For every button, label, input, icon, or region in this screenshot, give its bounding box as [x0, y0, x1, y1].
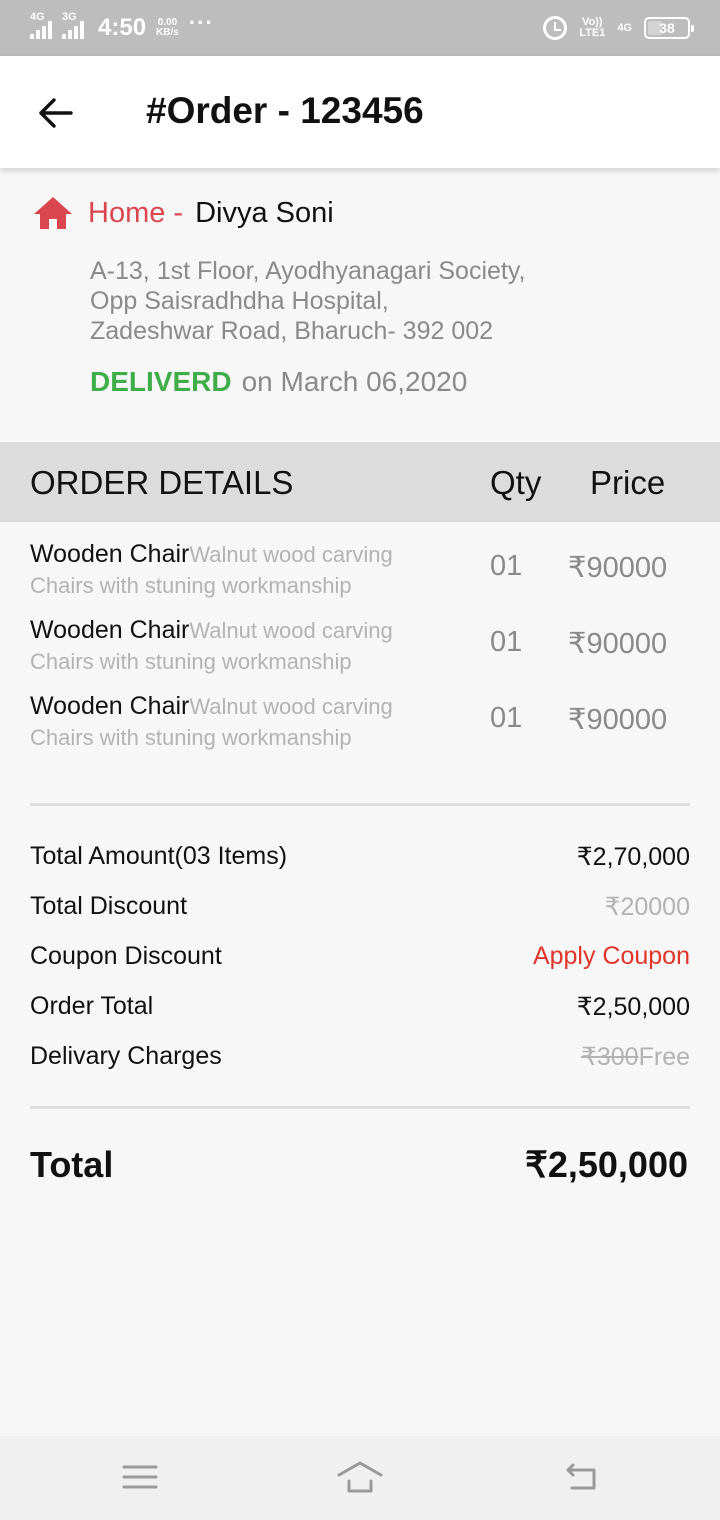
app-bar: #Order - 123456	[0, 56, 720, 168]
item-text: Wooden ChairWalnut wood carving Chairs w…	[30, 540, 450, 603]
clock: 4:50	[98, 14, 147, 41]
item-qty: 01	[490, 626, 523, 658]
summary-row-delivery: Delivary Charges ₹300Free	[30, 1042, 690, 1078]
signal-3g-icon: 3G	[62, 11, 84, 39]
apply-coupon-button[interactable]: Apply Coupon	[533, 942, 690, 971]
address-line: A-13, 1st Floor, Ayodhyanagari Society,	[90, 257, 526, 285]
item-price: ₹90000	[568, 552, 668, 584]
network-speed: 0.00 KB/s	[156, 18, 179, 38]
price-column-header: Price	[590, 464, 666, 501]
return-icon	[566, 1463, 596, 1490]
grand-total-value: ₹2,50,000	[524, 1144, 688, 1185]
list-item[interactable]: Wooden ChairWalnut wood carving Chairs w…	[30, 692, 690, 758]
delivery-free-label: Free	[638, 1043, 690, 1071]
home-button[interactable]	[330, 1454, 390, 1500]
order-details-header: ORDER DETAILS Qty Price	[0, 442, 720, 522]
summary-row-order-total: Order Total ₹2,50,000	[30, 992, 690, 1028]
address-header: Home - Divya Soni	[32, 192, 334, 234]
address-line: Opp Saisradhdha Hospital,	[90, 287, 389, 315]
address-type: Home -	[88, 196, 184, 229]
order-total-value: ₹2,50,000	[576, 993, 690, 1021]
total-discount-value: ₹20000	[604, 893, 690, 921]
item-qty: 01	[490, 702, 523, 734]
divider	[30, 803, 690, 806]
battery-icon: 38	[644, 17, 694, 39]
back-nav-button[interactable]	[550, 1454, 610, 1500]
address-line: Zadeshwar Road, Bharuch- 392 002	[90, 317, 494, 345]
list-item[interactable]: Wooden ChairWalnut wood carving Chairs w…	[30, 616, 690, 682]
page-title: #Order - 123456	[146, 90, 424, 131]
item-name: Wooden Chair	[30, 540, 190, 568]
delivery-charges-label: Delivary Charges	[30, 1042, 222, 1070]
lte-label: LTE1	[579, 27, 606, 39]
speed-unit: KB/s	[156, 27, 179, 38]
grand-total-label: Total	[30, 1144, 114, 1185]
back-button[interactable]	[30, 88, 80, 138]
more-notifications-icon: ···	[188, 10, 214, 35]
item-name: Wooden Chair	[30, 616, 190, 644]
summary-row-total-discount: Total Discount ₹20000	[30, 892, 690, 928]
total-amount-value: ₹2,70,000	[576, 843, 690, 871]
customer-name: Divya Soni	[195, 196, 334, 229]
summary-row-total-amount: Total Amount(03 Items) ₹2,70,000	[30, 842, 690, 878]
address-lines: A-13, 1st Floor, Ayodhyanagari Society, …	[90, 256, 525, 346]
signal-4g-icon: 4G	[30, 11, 52, 39]
delivery-date: on March 06,2020	[241, 366, 468, 397]
network-type-1: 4G	[30, 11, 45, 23]
delivery-status: DELIVERD on March 06,2020	[90, 366, 467, 398]
home-icon	[34, 197, 72, 229]
delivery-status-label: DELIVERD	[90, 366, 232, 397]
menu-icon	[122, 1465, 158, 1489]
battery-level: 38	[659, 20, 675, 36]
status-bar: 4G 3G 4:50 0.00 KB/s ··· Vo)) LTE1 4G 38	[0, 0, 720, 56]
qty-column-header: Qty	[490, 464, 542, 501]
item-price: ₹90000	[568, 628, 668, 660]
item-text: Wooden ChairWalnut wood carving Chairs w…	[30, 616, 450, 679]
arrow-left-icon	[39, 98, 73, 128]
coupon-discount-label: Coupon Discount	[30, 942, 222, 970]
alarm-icon	[543, 16, 568, 40]
network-type-3: 4G	[617, 22, 632, 34]
order-total-label: Order Total	[30, 992, 154, 1020]
volte-indicator: Vo)) LTE1	[579, 17, 605, 39]
order-details-title: ORDER DETAILS	[30, 464, 294, 501]
total-amount-label: Total Amount(03 Items)	[30, 842, 288, 870]
menu-button[interactable]	[110, 1454, 170, 1500]
total-discount-label: Total Discount	[30, 892, 188, 920]
item-text: Wooden ChairWalnut wood carving Chairs w…	[30, 692, 450, 755]
list-item[interactable]: Wooden ChairWalnut wood carving Chairs w…	[30, 540, 690, 606]
item-qty: 01	[490, 550, 523, 582]
home-outline-icon	[337, 1461, 383, 1493]
navigation-bar	[0, 1436, 720, 1520]
item-price: ₹90000	[568, 704, 668, 736]
delivery-old-price: ₹300	[580, 1043, 639, 1071]
network-type-2: 3G	[62, 11, 77, 23]
item-name: Wooden Chair	[30, 692, 190, 720]
divider	[30, 1106, 690, 1109]
delivery-charges-value: ₹300Free	[581, 1042, 690, 1072]
summary-row-coupon: Coupon Discount Apply Coupon	[30, 942, 690, 978]
